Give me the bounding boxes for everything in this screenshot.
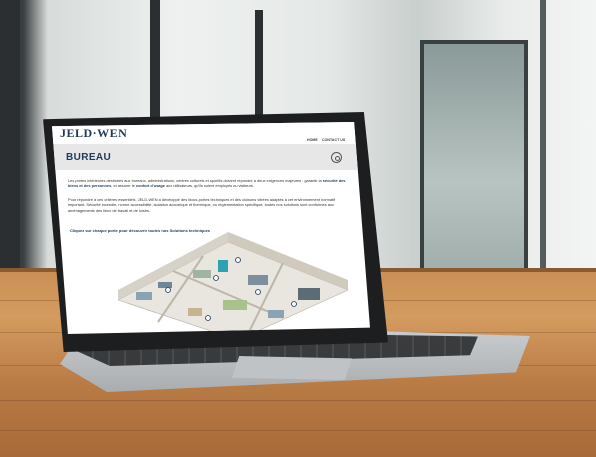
laptop-trackpad xyxy=(232,356,352,380)
window-frame xyxy=(255,10,263,120)
laptop-screen: JELD·WEN HOME CONTACT US BUREAU Les port… xyxy=(52,122,370,334)
search-icon[interactable] xyxy=(331,152,342,163)
intro-paragraph: Les portes intérieures destinées aux bur… xyxy=(68,178,346,189)
door-frame xyxy=(540,0,546,270)
glass-door xyxy=(420,40,528,278)
page-title: BUREAU xyxy=(66,152,112,163)
photo-scene: JELD·WEN HOME CONTACT US BUREAU Les port… xyxy=(0,0,596,457)
hero-banner: BUREAU xyxy=(52,144,370,170)
window-frame-left xyxy=(0,0,20,270)
brand-logo[interactable]: JELD·WEN xyxy=(60,126,127,141)
nav-home[interactable]: HOME xyxy=(307,138,318,142)
window-frame xyxy=(150,0,160,120)
solutions-paragraph: Pour répondre à ces critères essentiels,… xyxy=(68,197,336,213)
nav-contact[interactable]: CONTACT US xyxy=(322,138,345,142)
office-floorplan-illustration[interactable] xyxy=(98,230,358,334)
